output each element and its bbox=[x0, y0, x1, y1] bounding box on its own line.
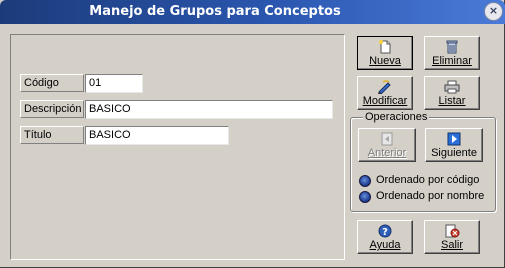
modificar-button[interactable]: Modificar bbox=[357, 76, 413, 110]
dialog-window: Manejo de Grupos para Conceptos × Código… bbox=[0, 0, 505, 268]
form-panel: Código 01 Descripción BASICO Título BASI… bbox=[10, 34, 345, 260]
close-button[interactable]: × bbox=[484, 2, 503, 21]
sort-by-code-label: Ordenado por código bbox=[376, 174, 480, 186]
descripcion-field[interactable]: BASICO bbox=[85, 100, 333, 119]
salir-button[interactable]: Salir bbox=[424, 220, 480, 254]
titulo-label: Título bbox=[20, 126, 84, 144]
operaciones-title: Operaciones bbox=[363, 111, 430, 123]
close-icon: × bbox=[488, 4, 499, 17]
descripcion-label: Descripción bbox=[20, 100, 84, 118]
printer-icon bbox=[444, 80, 460, 94]
modificar-label: Modificar bbox=[362, 95, 408, 107]
eliminar-button[interactable]: Eliminar bbox=[424, 36, 480, 70]
salir-label: Salir bbox=[440, 239, 463, 251]
codigo-field[interactable]: 01 bbox=[85, 74, 143, 93]
titulo-field[interactable]: BASICO bbox=[85, 126, 229, 145]
siguiente-label: Siguiente bbox=[431, 147, 477, 159]
title-bar[interactable]: Manejo de Grupos para Conceptos × bbox=[0, 0, 505, 24]
trash-icon bbox=[446, 40, 458, 54]
nueva-label: Nueva bbox=[369, 55, 401, 67]
siguiente-button[interactable]: Siguiente bbox=[425, 128, 483, 162]
radio-icon bbox=[359, 191, 371, 203]
anterior-label: Anterior bbox=[367, 147, 407, 159]
listar-button[interactable]: Listar bbox=[424, 76, 480, 110]
listar-label: Listar bbox=[438, 95, 466, 107]
nueva-button[interactable]: Nueva bbox=[357, 36, 413, 70]
exit-door-icon bbox=[445, 224, 460, 238]
edit-pencil-icon bbox=[378, 80, 391, 94]
svg-text:?: ? bbox=[382, 227, 388, 238]
radio-icon bbox=[359, 175, 371, 187]
codigo-label: Código bbox=[20, 74, 84, 92]
help-icon: ? bbox=[378, 224, 392, 238]
ayuda-label: Ayuda bbox=[369, 239, 401, 251]
operaciones-group: Operaciones Anterior Siguiente Ordenado … bbox=[350, 111, 496, 212]
play-next-icon bbox=[447, 132, 461, 146]
eliminar-label: Eliminar bbox=[432, 55, 472, 67]
sort-by-name-label: Ordenado por nombre bbox=[376, 190, 485, 202]
new-document-icon bbox=[379, 40, 391, 54]
ayuda-button[interactable]: ? Ayuda bbox=[357, 220, 413, 254]
window-title: Manejo de Grupos para Conceptos bbox=[89, 4, 341, 19]
anterior-button[interactable]: Anterior bbox=[358, 128, 416, 162]
back-icon bbox=[381, 132, 393, 146]
